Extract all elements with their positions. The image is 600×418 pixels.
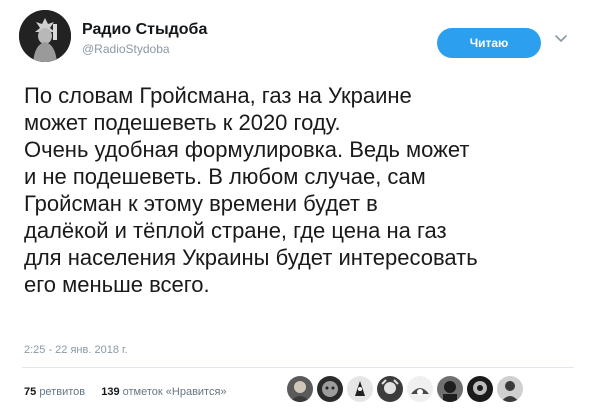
following-button[interactable]: Читаю: [437, 28, 541, 58]
divider: [22, 367, 574, 368]
retweet-count[interactable]: 75: [24, 386, 36, 398]
like-label[interactable]: отметок «Нравится»: [123, 386, 227, 398]
liker-avatar[interactable]: [407, 376, 433, 402]
tweet-text-line: для населения Украины будет интересовать: [24, 245, 478, 270]
tweet-text: По словам Гройсмана, газ на Украине може…: [24, 82, 584, 298]
tweet-text-line: и не подешеветь. В любом случае, сам: [24, 164, 426, 189]
like-count[interactable]: 139: [101, 386, 119, 398]
liker-avatar[interactable]: [347, 376, 373, 402]
tweet-timestamp[interactable]: 2:25 - 22 янв. 2018 г.: [24, 344, 128, 356]
liker-avatar[interactable]: [287, 376, 313, 402]
retweet-label[interactable]: ретвитов: [39, 386, 85, 398]
chevron-down-icon[interactable]: [552, 30, 570, 48]
statue-avatar-image: [19, 10, 71, 62]
tweet-text-line: может подешеветь к 2020 году.: [24, 110, 341, 135]
user-handle[interactable]: @RadioStydoba: [82, 42, 170, 56]
tweet-stats: 75 ретвитов 139 отметок «Нравится»: [24, 386, 227, 398]
tweet-text-line: Очень удобная формулировка. Ведь может: [24, 137, 470, 162]
display-name[interactable]: Радио Стыдоба: [82, 21, 207, 39]
avatar[interactable]: [19, 10, 71, 62]
liker-avatar[interactable]: [497, 376, 523, 402]
liker-avatar[interactable]: [317, 376, 343, 402]
liker-avatar[interactable]: [377, 376, 403, 402]
liker-avatar[interactable]: [437, 376, 463, 402]
tweet-text-line: далёкой и тёплой стране, где цена на газ: [24, 218, 447, 243]
liker-avatar[interactable]: [467, 376, 493, 402]
tweet-text-line: По словам Гройсмана, газ на Украине: [24, 83, 412, 108]
tweet-text-line: его меньше всего.: [24, 272, 210, 297]
tweet-text-line: Гройсман к этому времени будет в: [24, 191, 378, 216]
